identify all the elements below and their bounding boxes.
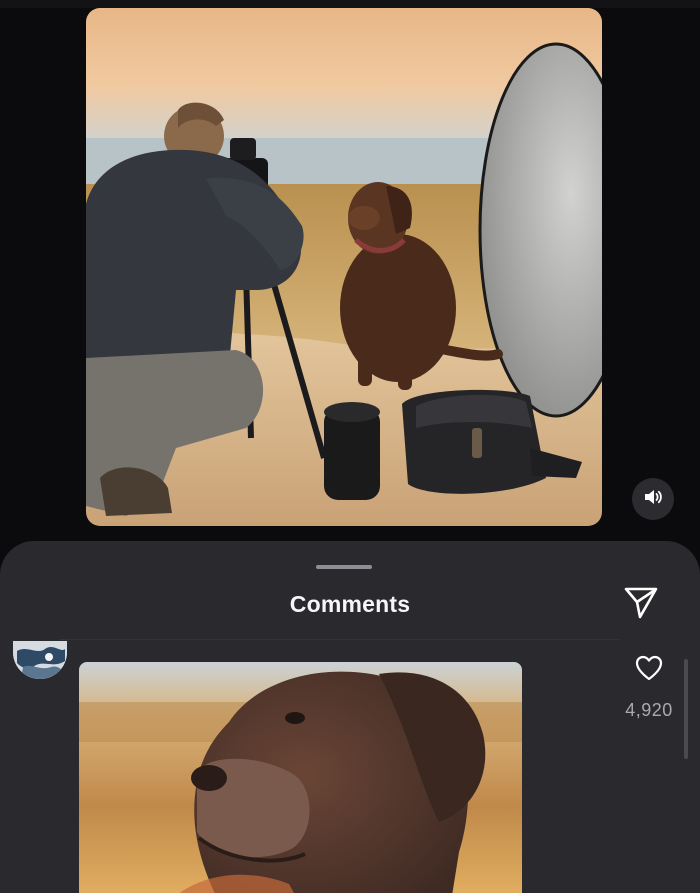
comments-title: Comments <box>289 591 411 617</box>
heart-outline-icon <box>635 655 663 686</box>
comment-attached-photo[interactable] <box>79 662 522 893</box>
like-count: 4,920 <box>625 700 673 720</box>
commenter-avatar[interactable] <box>13 641 67 679</box>
paper-plane-icon <box>622 583 660 626</box>
comments-sheet: Comments 4,920 <box>0 541 700 893</box>
beach-photo-illustration <box>86 8 602 526</box>
post-photo[interactable] <box>86 8 602 526</box>
comments-scrollbar[interactable] <box>684 659 688 759</box>
share-button[interactable] <box>620 583 662 625</box>
sound-toggle-button[interactable] <box>632 478 674 520</box>
sheet-drag-handle[interactable] <box>316 565 372 569</box>
top-strip <box>0 0 700 8</box>
header-divider <box>60 639 620 641</box>
speaker-volume-icon <box>642 486 664 513</box>
dog-closeup-illustration <box>79 662 522 893</box>
like-button[interactable] <box>633 654 665 686</box>
